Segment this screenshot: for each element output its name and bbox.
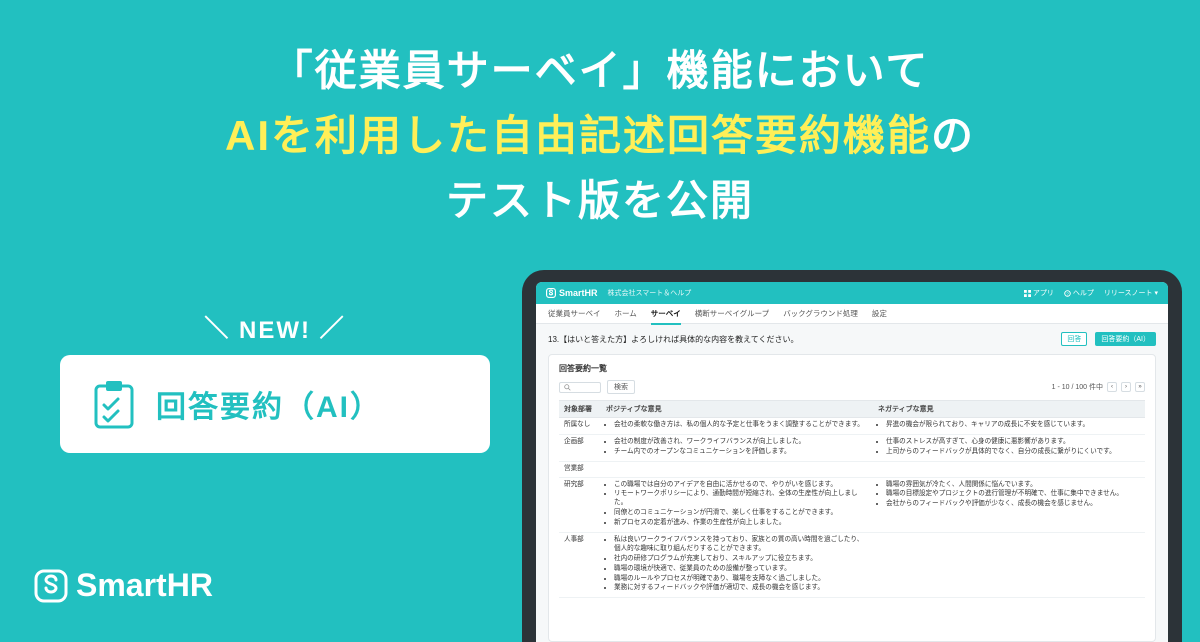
pager-text: 1 - 10 / 100 件中 bbox=[1052, 382, 1103, 392]
list-item: チーム内でのオープンなコミュニケーションを評価します。 bbox=[614, 448, 868, 457]
nav-tab-1[interactable]: ホーム bbox=[615, 304, 637, 323]
new-badge: ＼ NEW! ／ bbox=[60, 310, 490, 345]
headline: 「従業員サーベイ」機能において AIを利用した自由記述回答要約機能の テスト版を… bbox=[0, 0, 1200, 233]
laptop-frame: SmartHR 株式会社スマート＆ヘルプ アプリ ?ヘルプ リリースノート ▾ … bbox=[522, 270, 1182, 642]
search-input[interactable] bbox=[559, 382, 601, 393]
list-item: 上司からのフィードバックが具体的でなく、自分の成長に繋がりにくいです。 bbox=[886, 448, 1140, 457]
link-apps[interactable]: アプリ bbox=[1024, 288, 1054, 298]
list-item: 私は良いワークライフバランスを持っており、家族との質の高い時間を過ごしたり、個人… bbox=[614, 536, 868, 554]
nav-tab-2[interactable]: サーベイ bbox=[651, 304, 681, 325]
list-item: 仕事のストレスが高すぎて、心身の健康に悪影響があります。 bbox=[886, 438, 1140, 447]
list-item: 会社の柔軟な働き方は、私の個人的な予定と仕事をうまく調整することができます。 bbox=[614, 421, 868, 430]
list-item: 昇進の機会が限られており、キャリアの成長に不安を感じています。 bbox=[886, 421, 1140, 430]
list-item: 新プロセスの定着が進み、作業の生産性が向上しました。 bbox=[614, 519, 868, 528]
list-item: 職場の環境が快適で、従業員のための設備が整っています。 bbox=[614, 565, 868, 574]
summary-panel: 回答要約一覧 検索 1 - 10 / 100 件中 ‹ › » bbox=[548, 354, 1156, 642]
positive-cell: この職場では自分のアイデアを自由に活かせるので、やりがいを感じます。リモートワー… bbox=[601, 477, 873, 532]
table-row: 研究部この職場では自分のアイデアを自由に活かせるので、やりがいを感じます。リモー… bbox=[559, 477, 1145, 532]
table-row: 企画部会社の制度が改善され、ワークライフバランスが向上しました。チーム内でのオー… bbox=[559, 434, 1145, 461]
brand-name: SmartHR bbox=[76, 567, 213, 604]
topbar-links: アプリ ?ヘルプ リリースノート ▾ bbox=[1024, 288, 1158, 298]
headline-accent: AIを利用した自由記述回答要約機能 bbox=[225, 112, 931, 159]
dept-cell: 営業部 bbox=[559, 461, 601, 477]
feature-label: 回答要約（AI） bbox=[156, 382, 382, 426]
col-header-0: 対象部署 bbox=[559, 401, 601, 418]
negative-cell: 職場の雰囲気が冷たく、人間関係に悩んでいます。職場の目標設定やプロジェクトの進行… bbox=[873, 477, 1145, 532]
app-logo[interactable]: SmartHR bbox=[546, 288, 598, 298]
link-help[interactable]: ?ヘルプ bbox=[1064, 288, 1094, 298]
col-header-1: ポジティブな意見 bbox=[601, 401, 873, 418]
app-logo-icon bbox=[546, 288, 556, 298]
app-screen: SmartHR 株式会社スマート＆ヘルプ アプリ ?ヘルプ リリースノート ▾ … bbox=[536, 282, 1168, 642]
list-item: この職場では自分のアイデアを自由に活かせるので、やりがいを感じます。 bbox=[614, 481, 868, 490]
pager: 1 - 10 / 100 件中 ‹ › » bbox=[1052, 382, 1145, 392]
panel-title: 回答要約一覧 bbox=[559, 363, 1145, 374]
app-topbar: SmartHR 株式会社スマート＆ヘルプ アプリ ?ヘルプ リリースノート ▾ bbox=[536, 282, 1168, 304]
tab-answers-chip[interactable]: 回答 bbox=[1061, 332, 1087, 346]
pager-prev[interactable]: ‹ bbox=[1107, 382, 1117, 392]
dept-cell: 研究部 bbox=[559, 477, 601, 532]
positive-cell: 私は良いワークライフバランスを持っており、家族との質の高い時間を過ごしたり、個人… bbox=[601, 533, 873, 598]
nav-tabs: 従業員サーベイホームサーベイ横断サーベイグループバックグラウンド処理設定 bbox=[536, 304, 1168, 324]
pager-next[interactable]: › bbox=[1121, 382, 1131, 392]
table-row: 営業部 bbox=[559, 461, 1145, 477]
list-item: 会社からのフィードバックや評価が少なく、成長の機会を感じません。 bbox=[886, 500, 1140, 509]
headline-line2: AIを利用した自由記述回答要約機能の bbox=[0, 103, 1200, 168]
list-item: 会社の制度が改善され、ワークライフバランスが向上しました。 bbox=[614, 438, 868, 447]
brand-logo: SmartHR bbox=[34, 567, 213, 604]
list-item: 職場の雰囲気が冷たく、人間関係に悩んでいます。 bbox=[886, 481, 1140, 490]
nav-tab-4[interactable]: バックグラウンド処理 bbox=[783, 304, 858, 323]
dept-cell: 所属なし bbox=[559, 418, 601, 435]
positive-cell bbox=[601, 461, 873, 477]
search-button[interactable]: 検索 bbox=[607, 380, 635, 394]
negative-cell: 仕事のストレスが高すぎて、心身の健康に悪影響があります。上司からのフィードバック… bbox=[873, 434, 1145, 461]
feature-card: 回答要約（AI） bbox=[60, 355, 490, 453]
clipboard-check-icon bbox=[92, 379, 136, 429]
grid-icon bbox=[1024, 290, 1031, 297]
table-row: 所属なし 会社の柔軟な働き方は、私の個人的な予定と仕事をうまく調整することができま… bbox=[559, 418, 1145, 435]
table-row: 人事部私は良いワークライフバランスを持っており、家族との質の高い時間を過ごしたり… bbox=[559, 533, 1145, 598]
brand-mark-icon bbox=[34, 569, 68, 603]
app-logo-text: SmartHR bbox=[559, 288, 598, 298]
list-item: 同僚とのコミュニケーションが円滑で、楽しく仕事をすることができます。 bbox=[614, 509, 868, 518]
negative-cell bbox=[873, 461, 1145, 477]
nav-tab-0[interactable]: 従業員サーベイ bbox=[548, 304, 601, 323]
positive-cell: 会社の柔軟な働き方は、私の個人的な予定と仕事をうまく調整することができます。 bbox=[601, 418, 873, 435]
nav-tab-3[interactable]: 横断サーベイグループ bbox=[695, 304, 769, 323]
positive-cell: 会社の制度が改善され、ワークライフバランスが向上しました。チーム内でのオープンな… bbox=[601, 434, 873, 461]
negative-cell: 昇進の機会が限られており、キャリアの成長に不安を感じています。 bbox=[873, 418, 1145, 435]
link-release[interactable]: リリースノート ▾ bbox=[1104, 288, 1158, 298]
pager-last[interactable]: » bbox=[1135, 382, 1145, 392]
search-icon bbox=[564, 384, 571, 391]
question-title: 13.【はいと答えた方】よろしければ具体的な内容を教えてください。 bbox=[548, 334, 1053, 345]
org-name: 株式会社スマート＆ヘルプ bbox=[608, 288, 692, 298]
col-header-2: ネガティブな意見 bbox=[873, 401, 1145, 418]
summary-table: 対象部署ポジティブな意見ネガティブな意見 所属なし 会社の柔軟な働き方は、私の個人… bbox=[559, 400, 1145, 598]
headline-line1: 「従業員サーベイ」機能において bbox=[0, 38, 1200, 103]
question-row: 13.【はいと答えた方】よろしければ具体的な内容を教えてください。 回答 回答要… bbox=[548, 332, 1156, 346]
dept-cell: 企画部 bbox=[559, 434, 601, 461]
list-item: 社内の研修プログラムが充実しており、スキルアップに役立ちます。 bbox=[614, 555, 868, 564]
left-pane: ＼ NEW! ／ 回答要約（AI） bbox=[60, 310, 490, 453]
nav-tab-5[interactable]: 設定 bbox=[872, 304, 887, 323]
list-item: 業務に対するフィードバックや評価が適切で、成長の機会を感じます。 bbox=[614, 584, 868, 593]
list-item: リモートワークポリシーにより、通勤時間が短縮され、全体の生産性が向上しました。 bbox=[614, 490, 868, 508]
negative-cell bbox=[873, 533, 1145, 598]
panel-controls: 検索 1 - 10 / 100 件中 ‹ › » bbox=[559, 380, 1145, 394]
list-item: 職場のルールやプロセスが明確であり、職場を支障なく過ごしました。 bbox=[614, 575, 868, 584]
headline-line3: テスト版を公開 bbox=[0, 168, 1200, 233]
list-item: 職場の目標設定やプロジェクトの進行管理が不明確で、仕事に集中できません。 bbox=[886, 490, 1140, 499]
headline-suffix: の bbox=[931, 112, 975, 159]
tab-summary-chip[interactable]: 回答要約（AI） bbox=[1095, 332, 1156, 346]
dept-cell: 人事部 bbox=[559, 533, 601, 598]
help-icon: ? bbox=[1064, 290, 1071, 297]
